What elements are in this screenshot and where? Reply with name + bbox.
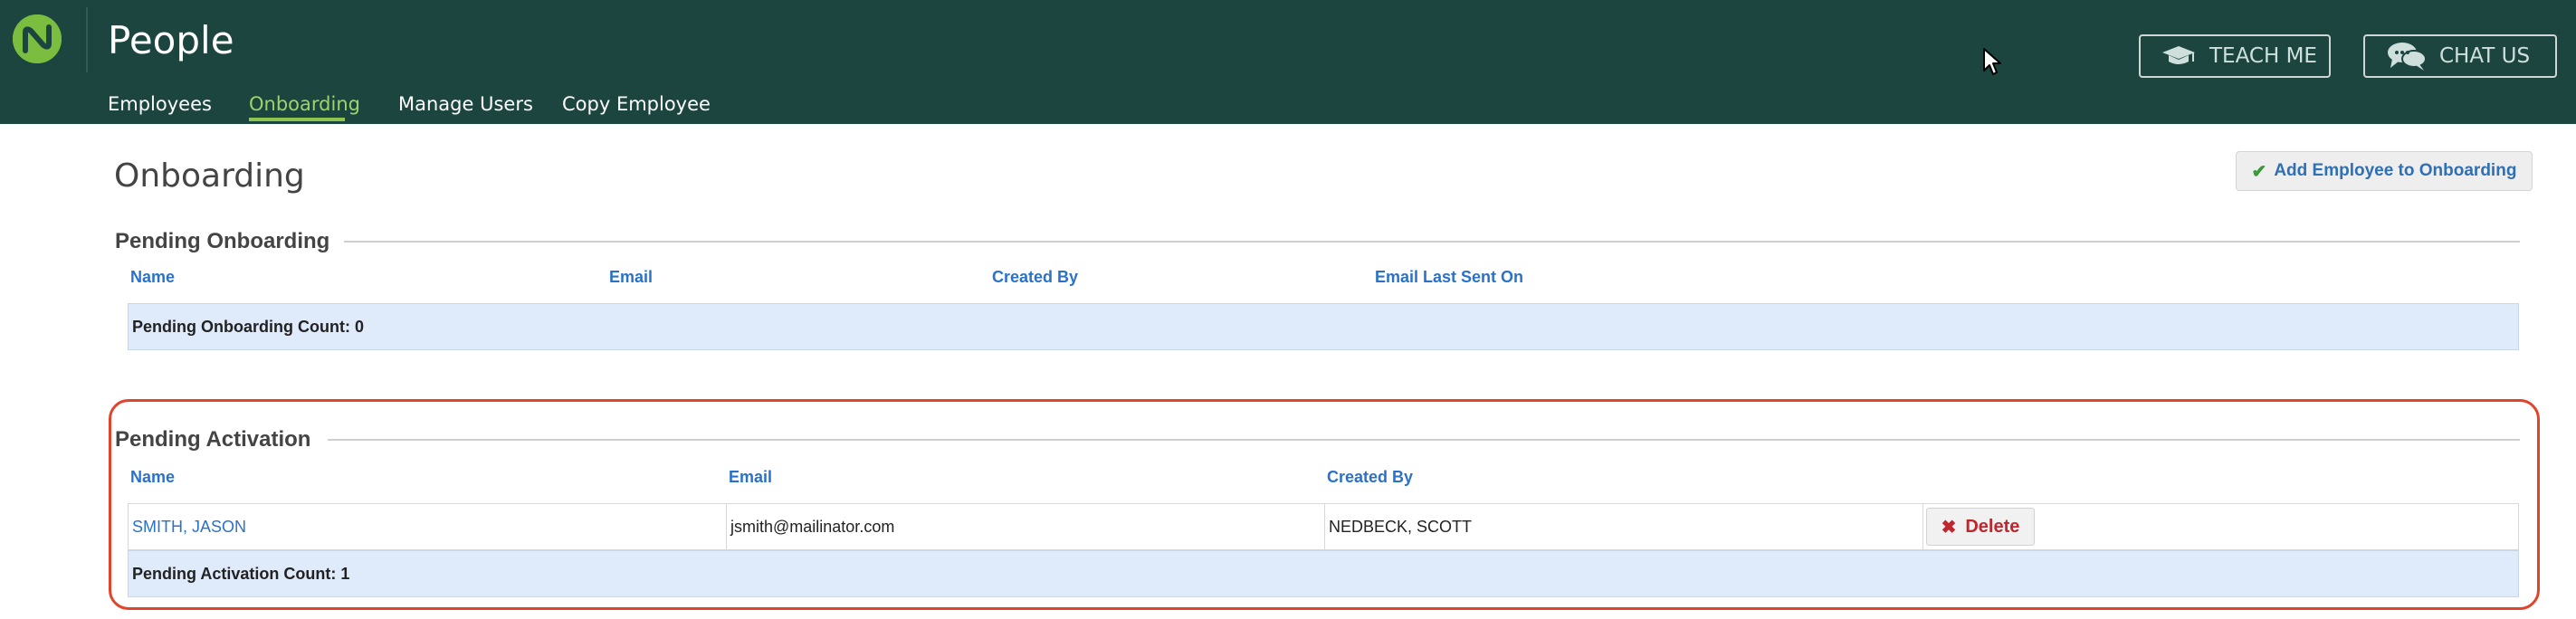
nav-employees[interactable]: Employees bbox=[108, 90, 212, 118]
active-tab-indicator bbox=[249, 118, 345, 121]
check-icon: ✔ bbox=[2251, 161, 2267, 182]
pending-activation-count: Pending Activation Count: 1 bbox=[132, 564, 350, 583]
pa-col-name[interactable]: Name bbox=[130, 467, 175, 487]
employee-name-link[interactable]: SMITH, JASON bbox=[132, 518, 246, 537]
add-button-label: Add Employee to Onboarding bbox=[2274, 161, 2517, 180]
po-col-email[interactable]: Email bbox=[609, 267, 653, 287]
pa-col-email[interactable]: Email bbox=[729, 467, 772, 487]
chat-bubbles-icon bbox=[2388, 43, 2427, 71]
nav-copy-employee[interactable]: Copy Employee bbox=[562, 90, 711, 118]
pending-onboarding-title: Pending Onboarding bbox=[115, 228, 343, 255]
delete-button[interactable]: ✖ Delete bbox=[1926, 508, 2035, 546]
teach-me-label: TEACH ME bbox=[2209, 44, 2317, 68]
row-email-cell: jsmith@mailinator.com bbox=[726, 504, 1324, 549]
pending-activation-divider bbox=[328, 439, 2520, 441]
nav-onboarding[interactable]: Onboarding bbox=[249, 90, 360, 118]
chat-us-button[interactable]: CHAT US bbox=[2363, 34, 2557, 78]
chat-us-label: CHAT US bbox=[2439, 44, 2531, 68]
pending-activation-count-row: Pending Activation Count: 1 bbox=[128, 550, 2519, 597]
row-name-cell: SMITH, JASON bbox=[129, 504, 726, 549]
nav-manage-users[interactable]: Manage Users bbox=[398, 90, 533, 118]
po-col-created-by[interactable]: Created By bbox=[992, 267, 1078, 287]
delete-label: Delete bbox=[1965, 516, 2020, 537]
pending-onboarding-divider bbox=[344, 241, 2520, 243]
pa-col-created-by[interactable]: Created By bbox=[1327, 467, 1413, 487]
add-employee-to-onboarding-button[interactable]: ✔ Add Employee to Onboarding bbox=[2236, 151, 2533, 191]
page-title: Onboarding bbox=[114, 157, 305, 195]
teach-me-button[interactable]: TEACH ME bbox=[2139, 34, 2331, 78]
row-created-by-cell: NEDBECK, SCOTT bbox=[1324, 504, 1922, 549]
graduation-cap-icon bbox=[2162, 46, 2195, 64]
app-header: People Employees Onboarding Manage Users… bbox=[0, 0, 2576, 124]
app-title: People bbox=[108, 18, 234, 62]
po-col-name[interactable]: Name bbox=[130, 267, 175, 287]
po-col-email-last-sent-on[interactable]: Email Last Sent On bbox=[1375, 267, 1523, 287]
mouse-cursor-icon bbox=[1983, 48, 2001, 75]
pending-onboarding-count-row: Pending Onboarding Count: 0 bbox=[128, 303, 2519, 350]
header-divider bbox=[86, 7, 88, 72]
pending-activation-title: Pending Activation bbox=[115, 426, 324, 453]
table-row: SMITH, JASON jsmith@mailinator.com NEDBE… bbox=[128, 503, 2519, 550]
logo-icon bbox=[13, 14, 62, 63]
company-logo[interactable] bbox=[13, 14, 62, 63]
x-icon: ✖ bbox=[1941, 517, 1957, 538]
pending-onboarding-count: Pending Onboarding Count: 0 bbox=[132, 317, 364, 336]
